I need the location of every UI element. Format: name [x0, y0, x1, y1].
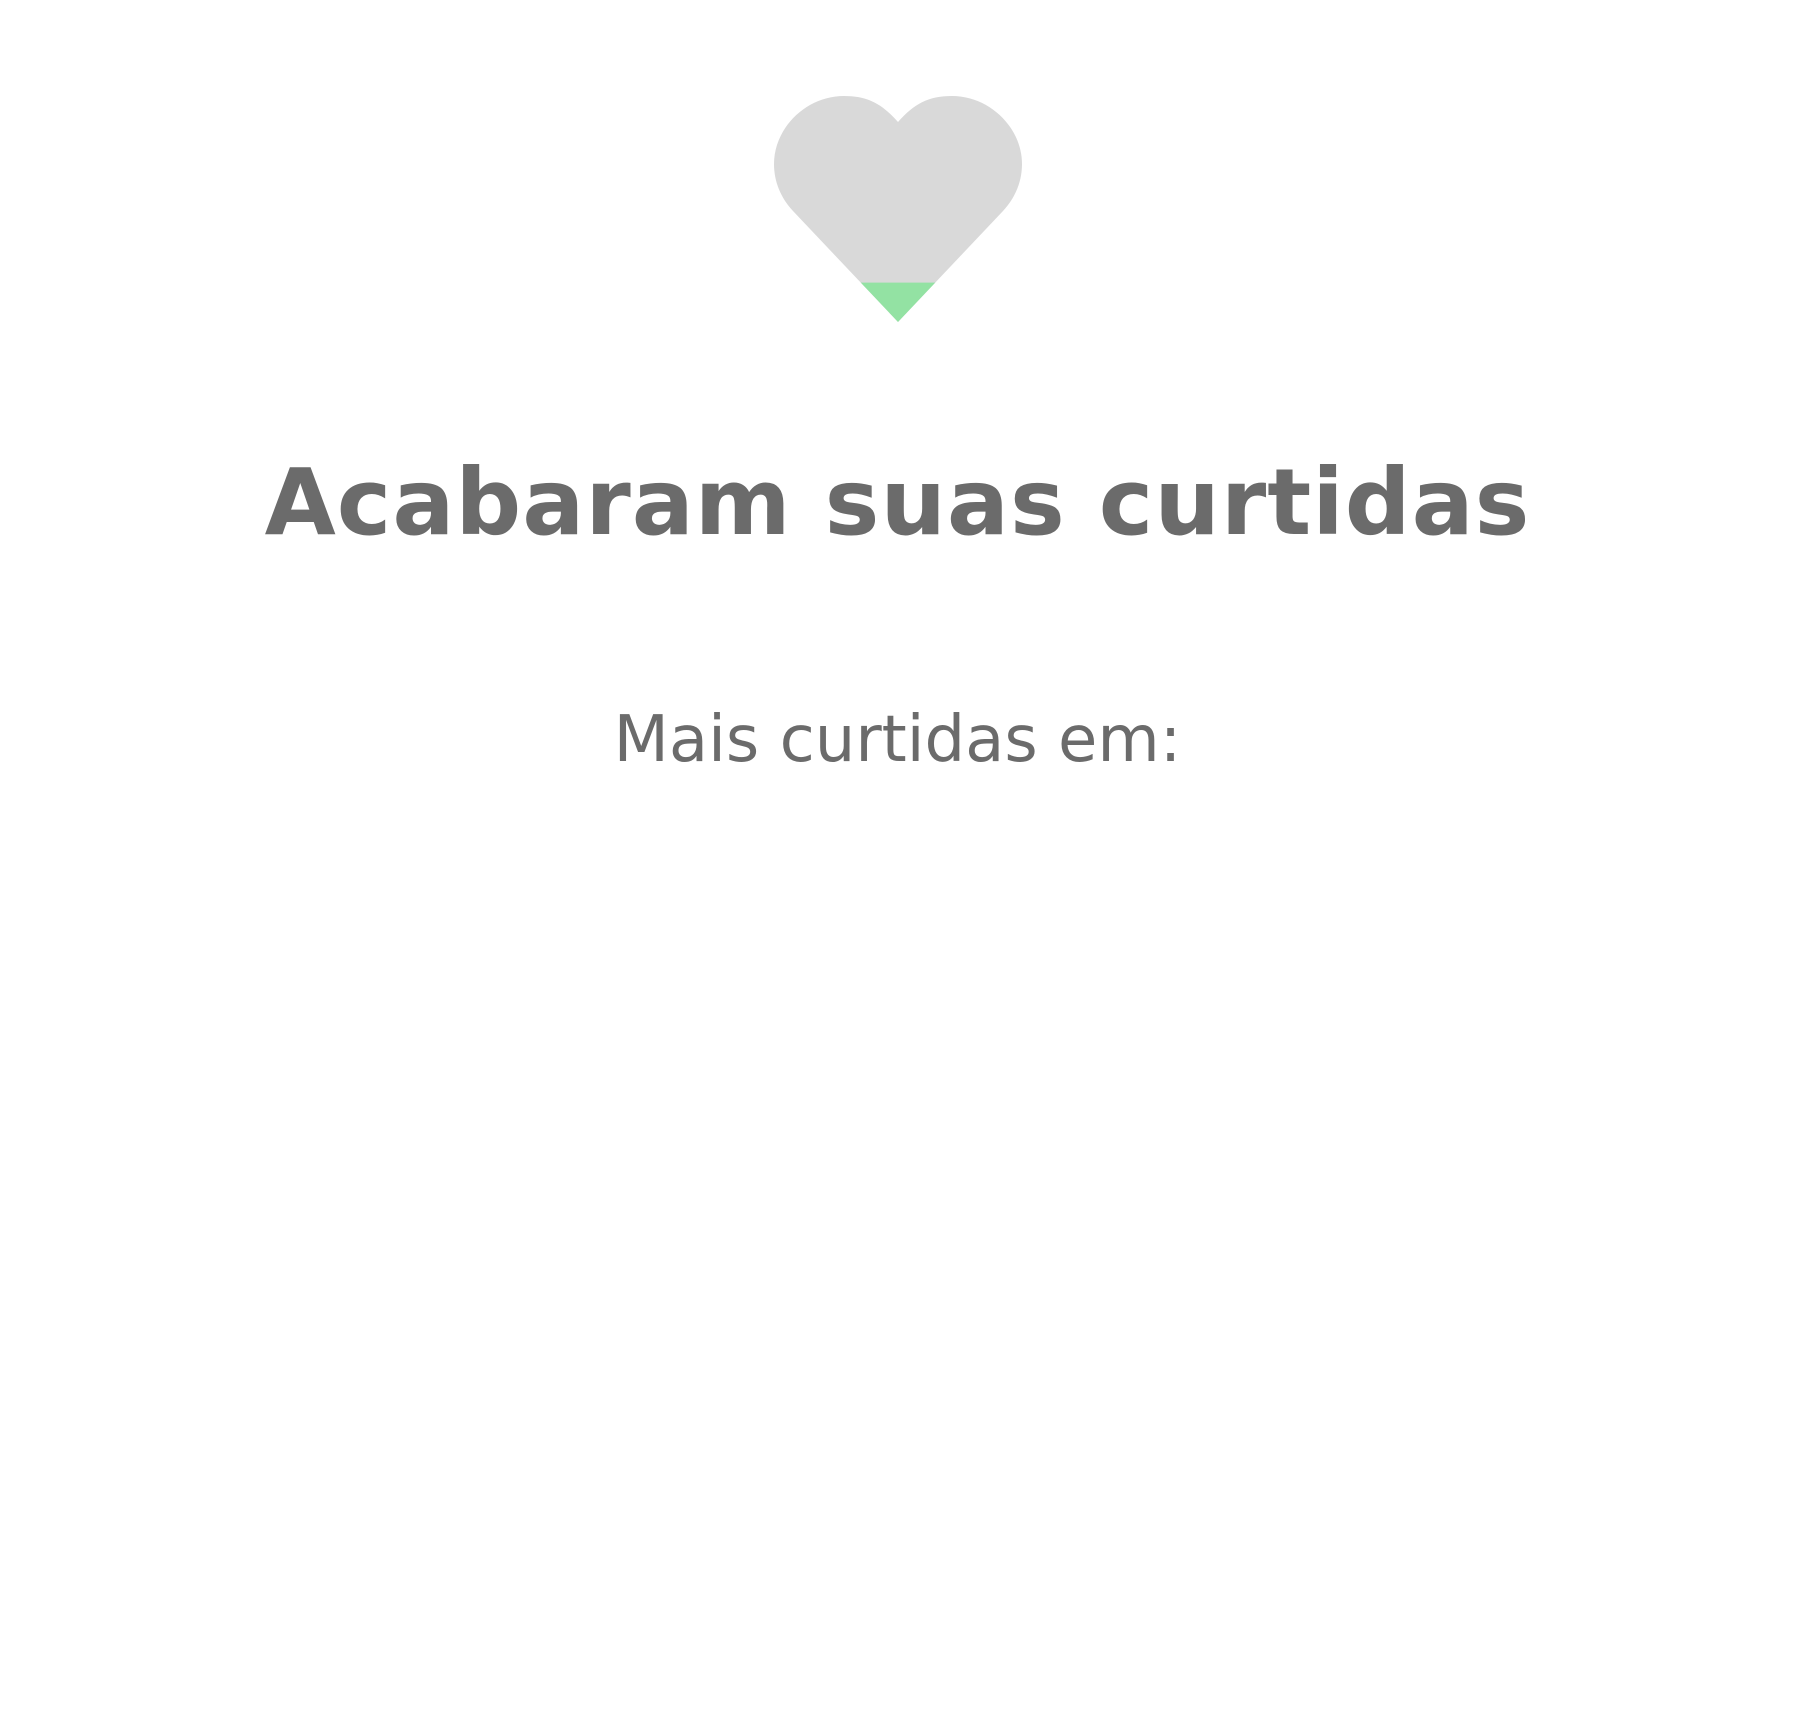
page-title: Acabaram suas curtidas [264, 449, 1531, 556]
more-likes-label: Mais curtidas em: [613, 703, 1182, 777]
out-of-likes-screen: Acabaram suas curtidas Mais curtidas em: [0, 0, 1795, 1712]
countdown-timer [0, 820, 1795, 900]
heart-fill-level [774, 282, 1022, 322]
heart-icon [772, 94, 1024, 324]
